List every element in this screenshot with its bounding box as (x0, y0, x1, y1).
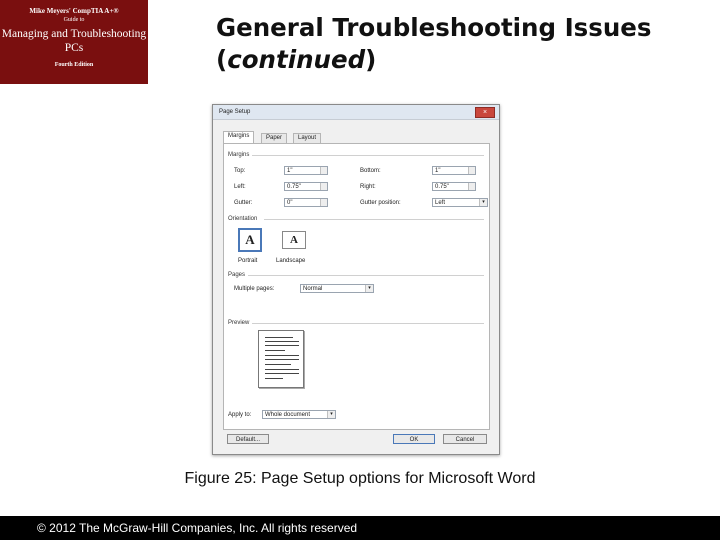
divider (248, 275, 484, 276)
margins-panel: Margins Top: 1" Bottom: 1" Left: 0.75" R… (223, 143, 490, 430)
default-button[interactable]: Default... (227, 434, 269, 444)
preview-line (265, 364, 291, 365)
gutter-position-value: Left (435, 200, 446, 206)
badge-guide: Guide to (63, 17, 85, 23)
divider (264, 219, 484, 220)
left-margin-field[interactable]: 0.75" (284, 182, 328, 191)
title-paren-close: ) (365, 45, 377, 74)
gutter-value: 0" (287, 200, 293, 206)
left-margin-value: 0.75" (287, 184, 301, 190)
tab-paper[interactable]: Paper (261, 133, 288, 143)
close-icon[interactable]: × (475, 107, 495, 118)
ok-button[interactable]: OK (393, 434, 435, 444)
landscape-icon[interactable]: A (282, 231, 306, 249)
landscape-label: Landscape (276, 258, 306, 264)
preview-line (265, 359, 299, 360)
badge-book-title: Managing and Troubleshooting PCs (1, 28, 147, 54)
spinner-icon[interactable] (468, 167, 475, 174)
bottom-margin-value: 1" (435, 168, 441, 174)
title-continued: continued (227, 45, 366, 74)
divider (252, 323, 484, 324)
page-preview (258, 330, 304, 388)
preview-line (265, 341, 299, 342)
apply-to-label: Apply to: (228, 412, 252, 418)
margins-section-label: Margins (228, 152, 250, 158)
portrait-label: Portrait (238, 258, 258, 264)
page-setup-dialog: Page Setup × Margins Paper Layout Margin… (212, 104, 500, 455)
title-paren-open: ( (216, 45, 228, 74)
figure-caption: Figure 25: Page Setup options for Micros… (184, 470, 536, 487)
top-margin-value: 1" (287, 168, 293, 174)
top-margin-field[interactable]: 1" (284, 166, 328, 175)
right-margin-value: 0.75" (435, 184, 449, 190)
preview-line (265, 355, 299, 356)
preview-section-label: Preview (228, 320, 250, 326)
apply-to-select[interactable]: Whole document ▾ (262, 410, 336, 419)
dialog-titlebar: Page Setup × (213, 105, 499, 120)
spinner-icon[interactable] (320, 167, 327, 174)
spinner-icon[interactable] (320, 199, 327, 206)
multiple-pages-label: Multiple pages: (234, 286, 275, 292)
preview-line (265, 373, 299, 374)
chevron-down-icon[interactable]: ▾ (479, 199, 487, 206)
gutter-position-select[interactable]: Left ▾ (432, 198, 488, 207)
gutter-field[interactable]: 0" (284, 198, 328, 207)
dialog-title: Page Setup (219, 109, 251, 115)
cancel-button[interactable]: Cancel (443, 434, 487, 444)
copyright-text: © 2012 The McGraw-Hill Companies, Inc. A… (37, 521, 358, 535)
divider (252, 155, 484, 156)
chevron-down-icon[interactable]: ▾ (365, 285, 373, 292)
slide-title-main: General Troubleshooting Issues (216, 13, 652, 42)
portrait-icon[interactable]: A (238, 228, 262, 252)
preview-line (265, 378, 283, 379)
book-badge: Mike Meyers' CompTIA A+® Guide to Managi… (0, 0, 148, 84)
left-label: Left: (234, 184, 246, 190)
gutter-position-label: Gutter position: (360, 200, 401, 206)
multiple-pages-value: Normal (303, 286, 323, 292)
right-margin-field[interactable]: 0.75" (432, 182, 476, 191)
slide-title-sub: (continued) (216, 44, 716, 76)
badge-author: Mike Meyers' CompTIA A+® (29, 7, 119, 15)
preview-line (265, 369, 299, 370)
preview-line (265, 350, 285, 351)
chevron-down-icon[interactable]: ▾ (327, 411, 335, 418)
top-label: Top: (234, 168, 246, 174)
footer-bar: © 2012 The McGraw-Hill Companies, Inc. A… (0, 516, 720, 540)
bottom-margin-field[interactable]: 1" (432, 166, 476, 175)
spinner-icon[interactable] (320, 183, 327, 190)
preview-line (265, 345, 299, 346)
spinner-icon[interactable] (468, 183, 475, 190)
right-label: Right: (360, 184, 376, 190)
slide-title: General Troubleshooting Issues (continue… (216, 12, 716, 76)
bottom-label: Bottom: (360, 168, 381, 174)
pages-section-label: Pages (228, 272, 246, 278)
badge-edition: Fourth Edition (54, 62, 94, 68)
preview-line (265, 337, 293, 338)
orientation-section-label: Orientation (228, 216, 258, 222)
tab-layout[interactable]: Layout (293, 133, 322, 143)
gutter-label: Gutter: (234, 200, 253, 206)
multiple-pages-select[interactable]: Normal ▾ (300, 284, 374, 293)
apply-to-value: Whole document (265, 412, 311, 418)
